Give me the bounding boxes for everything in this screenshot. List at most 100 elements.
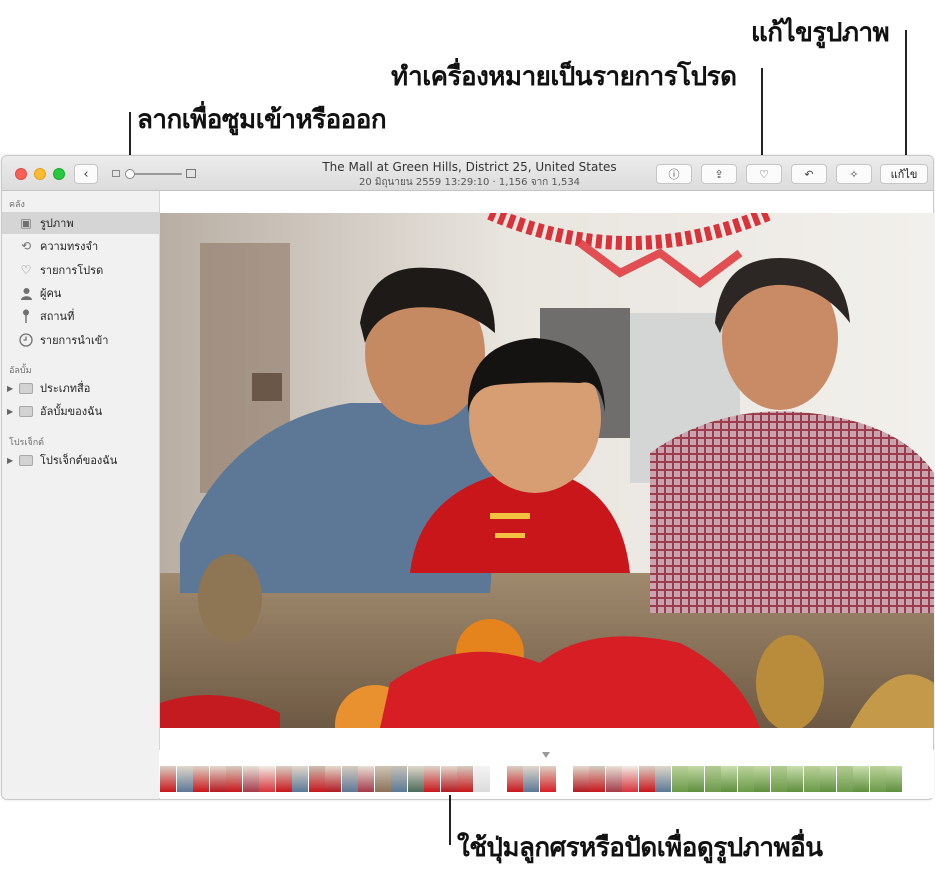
thumbnail-gap <box>490 766 506 792</box>
rotate-icon: ↶ <box>804 167 814 181</box>
sidebar-item-label: รายการโปรด <box>40 264 104 277</box>
thumbnail-strip[interactable] <box>160 766 903 792</box>
thumbnail[interactable] <box>803 766 820 792</box>
sidebar-item-my-projects[interactable]: ▶ โปรเจ็กต์ของฉัน <box>2 449 159 471</box>
disclosure-triangle-icon[interactable]: ▶ <box>7 384 17 393</box>
heart-icon: ♡ <box>759 167 769 181</box>
thumbnail[interactable] <box>193 766 209 792</box>
thumbnail[interactable] <box>440 766 457 792</box>
thumbnail[interactable] <box>704 766 721 792</box>
sidebar-item-label: ผู้คน <box>40 287 62 300</box>
thumbnail[interactable] <box>688 766 704 792</box>
sidebar-item-places[interactable]: สถานที่ <box>2 305 159 327</box>
leader-browse <box>449 795 451 845</box>
callout-browse: ใช้ปุ่มลูกศรหรือปัดเพื่อดูรูปภาพอื่น <box>457 833 823 863</box>
sidebar-item-label: อัลบั้มของฉัน <box>40 405 103 418</box>
thumbnail[interactable] <box>572 766 589 792</box>
thumbnail[interactable] <box>176 766 193 792</box>
thumbnail[interactable] <box>391 766 407 792</box>
thumbnail[interactable] <box>209 766 226 792</box>
thumbnail[interactable] <box>308 766 325 792</box>
thumbnail[interactable] <box>473 766 490 792</box>
thumbnail[interactable] <box>242 766 259 792</box>
title-bar: ‹ The Mall at Green Hills, District 25, … <box>2 156 933 191</box>
leader-edit <box>905 30 907 164</box>
sidebar-item-label: สถานที่ <box>40 310 75 323</box>
disclosure-triangle-icon[interactable]: ▶ <box>7 407 17 416</box>
thumbnail[interactable] <box>622 766 638 792</box>
pin-icon <box>19 309 33 323</box>
photo-viewer[interactable] <box>160 213 934 728</box>
memories-icon: ⟲ <box>20 239 32 253</box>
share-icon: ⇪ <box>714 167 724 181</box>
sidebar-item-label: โปรเจ็กต์ของฉัน <box>40 454 118 467</box>
rotate-button[interactable]: ↶ <box>791 164 827 184</box>
folder-icon <box>19 381 33 395</box>
thumbnail[interactable] <box>655 766 671 792</box>
thumbnail[interactable] <box>523 766 539 792</box>
thumbnail[interactable] <box>539 766 556 792</box>
magic-wand-icon: ✧ <box>849 167 859 181</box>
callout-edit-photo: แก้ไขรูปภาพ <box>751 18 890 48</box>
clock-icon <box>19 333 33 347</box>
thumbnail[interactable] <box>226 766 242 792</box>
thumbnail[interactable] <box>374 766 391 792</box>
sidebar-item-my-albums[interactable]: ▶ อัลบั้มของฉัน <box>2 400 159 422</box>
share-button[interactable]: ⇪ <box>701 164 737 184</box>
disclosure-triangle-icon[interactable]: ▶ <box>7 456 17 465</box>
thumbnail[interactable] <box>638 766 655 792</box>
enhance-button[interactable]: ✧ <box>836 164 872 184</box>
thumbnail[interactable] <box>259 766 275 792</box>
sidebar-item-media-types[interactable]: ▶ ประเภทสื่อ <box>2 377 159 399</box>
family-photo <box>160 213 934 728</box>
thumbnail[interactable] <box>671 766 688 792</box>
library-heading: คลัง <box>9 200 25 210</box>
sidebar-item-favorites[interactable]: ♡ รายการโปรด <box>2 259 159 281</box>
thumbnail[interactable] <box>787 766 803 792</box>
sidebar-item-memories[interactable]: ⟲ ความทรงจำ <box>2 235 159 257</box>
thumbnail[interactable] <box>836 766 853 792</box>
thumbnail[interactable] <box>853 766 869 792</box>
thumbnail[interactable] <box>605 766 622 792</box>
folder-icon <box>19 404 33 418</box>
stage: แก้ไขรูปภาพ ทำเครื่องหมายเป็นรายการโปรด … <box>0 0 935 873</box>
info-button[interactable]: ⓘ <box>656 164 692 184</box>
albums-heading: อัลบั้ม <box>9 366 32 376</box>
edit-button[interactable]: แก้ไข <box>880 164 928 184</box>
sidebar: คลัง ▣ รูปภาพ ⟲ ความทรงจำ ♡ รายการโปรด ผ… <box>2 191 160 799</box>
thumbnail[interactable] <box>820 766 836 792</box>
thumbnail[interactable] <box>275 766 292 792</box>
sidebar-item-label: รูปภาพ <box>40 217 74 230</box>
thumbnail-gap <box>556 766 572 792</box>
thumbnail[interactable] <box>407 766 424 792</box>
thumbnail[interactable] <box>770 766 787 792</box>
sidebar-item-label: รายการนำเข้า <box>40 334 109 347</box>
thumbnail[interactable] <box>754 766 770 792</box>
thumbnail[interactable] <box>886 766 902 792</box>
current-position-marker <box>542 752 550 758</box>
thumbnail[interactable] <box>721 766 737 792</box>
thumbnail[interactable] <box>737 766 754 792</box>
person-icon <box>19 286 33 300</box>
sidebar-item-photos[interactable]: ▣ รูปภาพ <box>2 212 159 234</box>
thumbnail[interactable] <box>424 766 440 792</box>
thumbnail[interactable] <box>358 766 374 792</box>
thumbnail[interactable] <box>457 766 473 792</box>
callout-favorite: ทำเครื่องหมายเป็นรายการโปรด <box>391 62 737 92</box>
thumbnail[interactable] <box>325 766 341 792</box>
callout-zoom: ลากเพื่อซูมเข้าหรือออก <box>137 105 387 135</box>
thumbnail[interactable] <box>160 766 176 792</box>
favorite-button[interactable]: ♡ <box>746 164 782 184</box>
sidebar-item-people[interactable]: ผู้คน <box>2 282 159 304</box>
thumbnail[interactable] <box>292 766 308 792</box>
heart-icon: ♡ <box>20 263 32 277</box>
thumbnail[interactable] <box>589 766 605 792</box>
projects-heading: โปรเจ็กต์ <box>9 438 45 448</box>
sidebar-item-label: ความทรงจำ <box>40 240 99 253</box>
thumbnail[interactable] <box>506 766 523 792</box>
sidebar-item-imports[interactable]: รายการนำเข้า <box>2 329 159 351</box>
sidebar-item-label: ประเภทสื่อ <box>40 382 91 395</box>
thumbnail[interactable] <box>869 766 886 792</box>
photos-icon: ▣ <box>20 216 32 230</box>
thumbnail[interactable] <box>341 766 358 792</box>
